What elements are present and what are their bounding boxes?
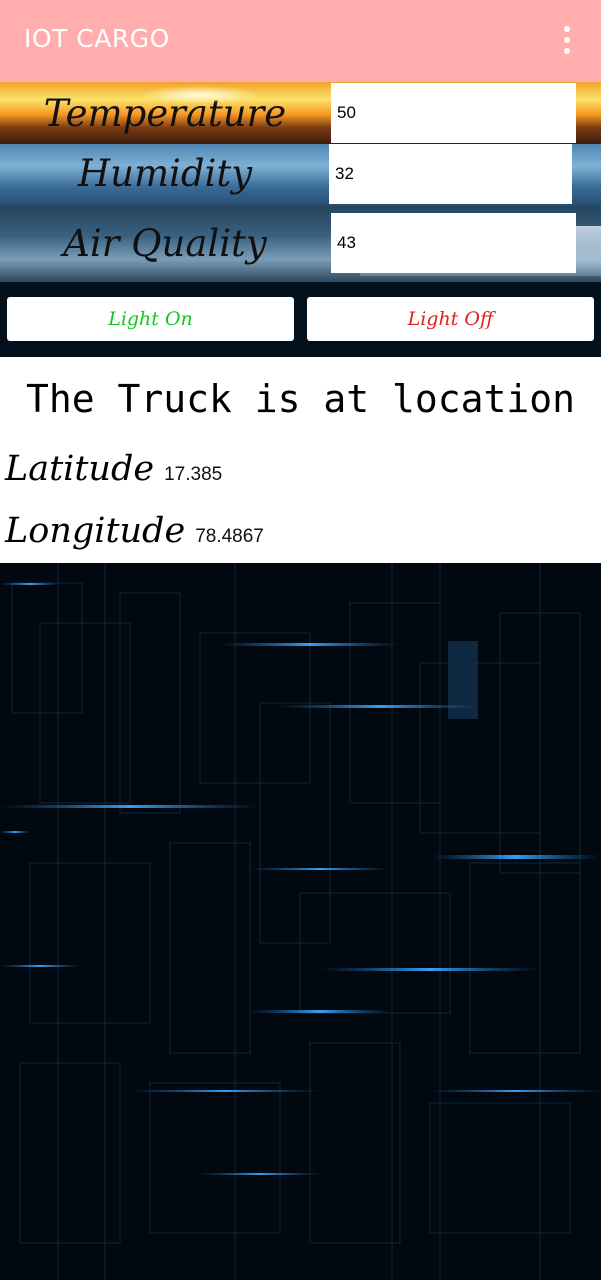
temperature-label: Temperature — [43, 92, 287, 135]
circuit-pattern — [0, 563, 601, 1280]
latitude-label: Latitude — [5, 449, 155, 489]
air-quality-value-field[interactable]: 43 — [331, 213, 576, 273]
latitude-value: 17.385 — [164, 464, 223, 485]
overflow-menu-icon[interactable] — [553, 24, 581, 58]
location-heading: The Truck is at location — [25, 377, 576, 421]
humidity-label: Humidity — [77, 152, 253, 195]
light-off-button[interactable]: Light Off — [307, 297, 594, 341]
app-bar: IOT CARGO — [0, 0, 601, 82]
temperature-value-field[interactable]: 50 — [331, 83, 576, 143]
longitude-label: Longitude — [5, 511, 186, 551]
menu-dot — [564, 37, 570, 43]
humidity-value-field[interactable]: 32 — [329, 144, 572, 204]
menu-dot — [564, 26, 570, 32]
app-title: IOT CARGO — [24, 24, 170, 53]
longitude-value: 78.4867 — [195, 526, 264, 547]
location-panel: The Truck is at location Latitude 17.385… — [0, 357, 601, 563]
air-quality-label: Air Quality — [63, 222, 267, 265]
latitude-row: Latitude 17.385 — [5, 449, 222, 489]
longitude-row: Longitude 78.4867 — [5, 511, 264, 551]
light-controls: Light On Light Off — [0, 282, 601, 357]
humidity-row: Humidity 32 — [0, 144, 601, 206]
circuit-background — [0, 563, 601, 1280]
air-quality-row: Air Quality 43 — [0, 206, 601, 282]
menu-dot — [564, 48, 570, 54]
light-on-button[interactable]: Light On — [7, 297, 294, 341]
temperature-row: Temperature 50 — [0, 82, 601, 144]
